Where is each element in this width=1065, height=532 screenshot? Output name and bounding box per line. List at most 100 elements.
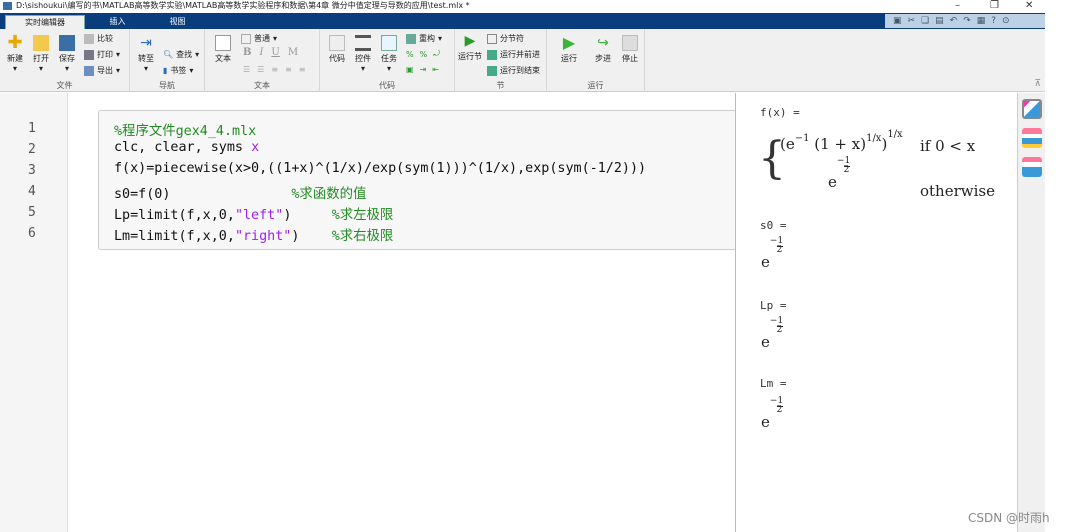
run-group: ▶ 运行 ↪ 步进 停止 运行 xyxy=(547,29,645,92)
piecewise-case-1: (e−1 (1 + x)1/x)1/x xyxy=(780,129,903,153)
tab-insert[interactable]: 插入 xyxy=(90,15,145,29)
tab-view[interactable]: 视图 xyxy=(150,15,205,29)
code-line-3[interactable]: f(x)=piecewise(x>0,((1+x)^(1/x)/exp(sym(… xyxy=(114,161,646,176)
csdn-watermark: CSDN @时雨h xyxy=(968,511,1050,525)
line-number-gutter: 1 2 3 4 5 6 xyxy=(0,93,68,532)
bullet-list-icon[interactable]: ☰ xyxy=(243,65,250,74)
printer-icon xyxy=(84,49,94,60)
wrap-icon[interactable]: ⤾ xyxy=(433,49,440,59)
bookmark-button[interactable]: ▮ 书签 ▾ xyxy=(163,65,193,76)
text-group-label: 文本 xyxy=(254,81,270,90)
run-group-label: 运行 xyxy=(587,81,604,90)
navigate-group: ⇥ 转至 ▾ 🔍︎ 查找 ▾ ▮ 书签 ▾ 导航 xyxy=(130,29,205,92)
hide-code-icon[interactable] xyxy=(1022,157,1042,177)
bold-button[interactable]: B xyxy=(243,47,251,58)
smart-indent-icon[interactable]: ▣ xyxy=(406,65,414,74)
file-group-label: 文件 xyxy=(56,81,73,90)
minimize-button[interactable]: – xyxy=(955,0,960,12)
plus-icon: ✚ xyxy=(7,32,23,53)
section-break-button[interactable]: 分节符 xyxy=(487,33,524,44)
refactor-icon xyxy=(406,33,416,44)
code-group: 代码 控件 ▾ 任务 ▾ 重构 ▾ %% ⤾ ▣ ⇥ ⇤ 代码 xyxy=(320,29,455,92)
navigate-group-label: 导航 xyxy=(159,81,175,90)
output-panel: f(x) = { (e−1 (1 + x)1/x)1/x if 0 < x e −… xyxy=(736,93,1017,532)
export-button[interactable]: 导出 ▾ xyxy=(84,65,120,76)
piecewise-condition-1: if 0 < x xyxy=(920,137,976,155)
line-number: 5 xyxy=(28,205,36,220)
run-and-advance-button[interactable]: 运行并前进 xyxy=(487,49,540,60)
section-break-icon xyxy=(487,33,497,44)
indent-icon[interactable]: ⇥ xyxy=(420,65,427,74)
output-label-lm: Lm = xyxy=(760,377,787,390)
help-icon[interactable]: ? xyxy=(991,16,996,26)
save-icon[interactable]: ▣ xyxy=(893,16,902,26)
output-value-lm: e −1 2 xyxy=(761,396,784,431)
underline-button[interactable]: U xyxy=(271,47,279,58)
more-icon[interactable]: ⊙ xyxy=(1002,16,1010,26)
open-button[interactable]: 打开 ▾ xyxy=(30,35,52,73)
text-button[interactable]: 文本 xyxy=(211,35,235,64)
output-inline-icon[interactable] xyxy=(1022,99,1042,119)
section-group: ▶ 运行节 分节符 运行并前进 运行到结束 节 xyxy=(455,29,547,92)
tab-bar: 实时编辑器 插入 视图 ▣ ✂ ❏ ▤ ↶ ↷ ▦? ⊙ xyxy=(0,13,1045,29)
style-dropdown[interactable]: 普通 ▾ xyxy=(241,33,277,44)
find-button[interactable]: 🔍︎ 查找 ▾ xyxy=(163,49,199,60)
search-icon: 🔍︎ xyxy=(163,50,174,59)
layout-icon[interactable]: ▦ xyxy=(977,16,986,26)
align-right-icon[interactable]: ≡ xyxy=(299,65,306,74)
cut-icon[interactable]: ✂ xyxy=(908,16,916,26)
output-value-s0: e −1 2 xyxy=(761,236,784,271)
task-button[interactable]: 任务 ▾ xyxy=(378,35,400,73)
tab-live-editor[interactable]: 实时编辑器 xyxy=(5,15,85,29)
new-button[interactable]: ✚ 新建 ▾ xyxy=(4,32,26,74)
run-section-icon: ▶ xyxy=(464,33,476,49)
italic-button[interactable]: I xyxy=(259,47,263,58)
numbered-list-icon[interactable]: ☰ xyxy=(257,65,264,74)
code-line-4[interactable]: s0=f(0) %求函数的值 xyxy=(114,182,366,202)
code-button[interactable]: 代码 xyxy=(326,35,348,64)
goto-button[interactable]: ⇥ 转至 ▾ xyxy=(135,35,157,73)
run-to-end-button[interactable]: 运行到结束 xyxy=(487,65,540,76)
code-group-label: 代码 xyxy=(379,81,395,90)
run-button[interactable]: ▶ 运行 xyxy=(557,35,581,64)
run-advance-icon xyxy=(487,49,497,60)
stop-icon xyxy=(622,35,638,51)
undo-icon[interactable]: ↶ xyxy=(950,16,958,26)
uncomment-icon[interactable]: % xyxy=(420,50,428,59)
comment-icon[interactable]: % xyxy=(406,50,414,59)
save-button[interactable]: 保存 ▾ xyxy=(56,35,78,73)
section-group-label: 节 xyxy=(496,81,505,90)
code-line-5[interactable]: Lp=limit(f,x,0,"left") %求左极限 xyxy=(114,203,393,223)
folder-icon xyxy=(33,35,49,51)
paste-icon[interactable]: ▤ xyxy=(935,16,944,26)
copy-icon[interactable]: ❏ xyxy=(921,16,929,26)
close-button[interactable]: ✕ xyxy=(1025,0,1033,12)
title-bar: D:\sishoukui\编写的书\MATLAB高等数学实验\MATLAB高等数… xyxy=(0,0,1045,13)
run-to-end-icon xyxy=(487,65,497,76)
code-line-6[interactable]: Lm=limit(f,x,0,"right") %求右极限 xyxy=(114,224,393,244)
restore-button[interactable]: ❐ xyxy=(990,0,999,12)
outdent-icon[interactable]: ⇤ xyxy=(432,65,439,74)
matlab-icon xyxy=(3,2,12,10)
step-icon: ↪ xyxy=(597,35,609,51)
print-button[interactable]: 打印 ▾ xyxy=(84,49,120,60)
collapse-ribbon-icon[interactable]: ⊼ xyxy=(1034,79,1041,89)
task-icon xyxy=(381,35,397,51)
refactor-button[interactable]: 重构 ▾ xyxy=(406,33,442,44)
goto-icon: ⇥ xyxy=(140,35,152,51)
stop-button[interactable]: 停止 xyxy=(619,35,641,64)
align-left-icon[interactable]: ≡ xyxy=(271,65,278,74)
output-label-lp: Lp = xyxy=(760,299,787,312)
compare-button[interactable]: 比较 xyxy=(84,33,113,44)
monospace-button[interactable]: M xyxy=(288,47,298,58)
redo-icon[interactable]: ↷ xyxy=(963,16,971,26)
piecewise-case-2: e −1 2 xyxy=(828,156,851,191)
step-button[interactable]: ↪ 步进 xyxy=(591,35,615,64)
run-section-button[interactable]: ▶ 运行节 xyxy=(458,33,482,62)
control-button[interactable]: 控件 ▾ xyxy=(352,35,374,73)
output-right-icon[interactable] xyxy=(1022,128,1042,148)
code-line-2[interactable]: clc, clear, syms x xyxy=(114,140,259,155)
align-center-icon[interactable]: ≡ xyxy=(285,65,292,74)
output-label-f: f(x) = xyxy=(760,106,800,119)
code-line-1[interactable]: %程序文件gex4_4.mlx xyxy=(114,119,256,139)
